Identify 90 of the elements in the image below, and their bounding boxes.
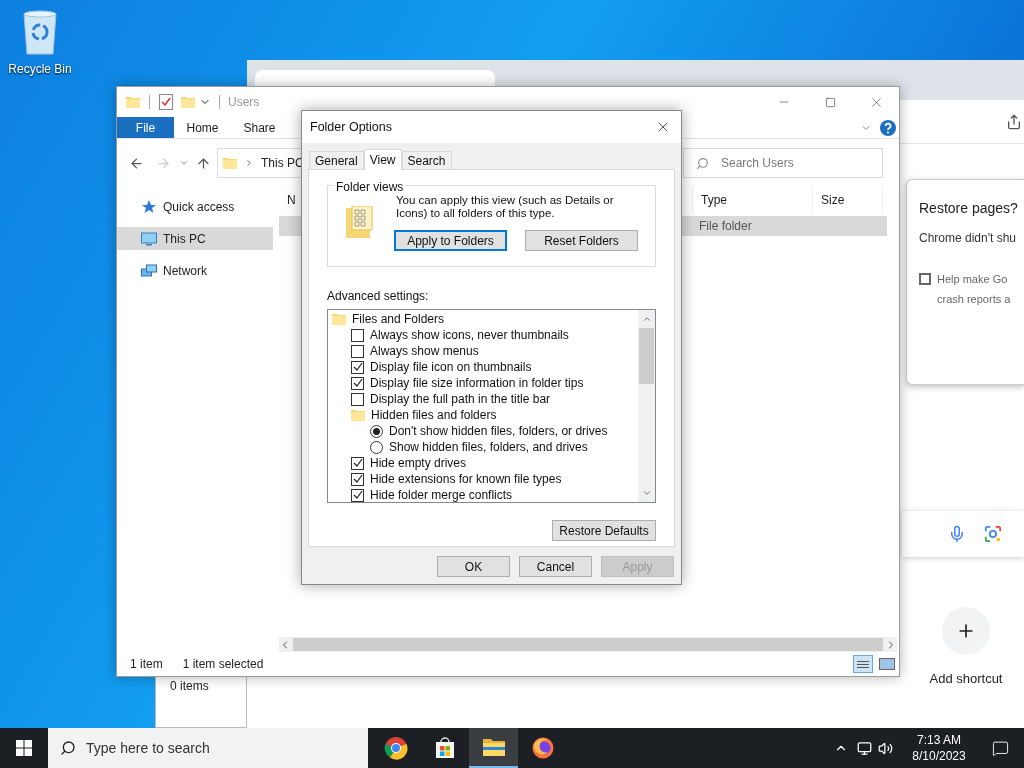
setting-label: Hide empty drives — [370, 455, 467, 472]
shortcut-label[interactable]: Add shortcut — [929, 669, 1003, 689]
nav-item[interactable]: This PC — [117, 227, 273, 250]
monitor-icon — [141, 230, 157, 247]
properties-icon[interactable] — [159, 94, 173, 110]
advanced-settings-label: Advanced settings: — [327, 288, 430, 305]
notifications-icon[interactable] — [991, 739, 1009, 757]
recycle-bin-icon[interactable] — [20, 8, 60, 56]
setting-label: Hide extensions for known file types — [370, 471, 562, 488]
status-text: 1 item — [130, 656, 163, 673]
checkbox[interactable] — [919, 273, 931, 285]
vertical-scrollbar[interactable] — [638, 310, 655, 502]
nav-item[interactable]: Quick access — [117, 195, 273, 218]
folder-grid-icon — [346, 206, 374, 238]
clock[interactable]: 7:13 AM 8/10/2023 — [902, 732, 976, 764]
folder-icon — [332, 313, 346, 325]
nav-item[interactable]: Network — [117, 259, 273, 282]
camera-lens-icon[interactable] — [984, 525, 1002, 543]
search-field[interactable]: Search Users — [683, 148, 883, 178]
status-text: 1 item selected — [182, 656, 264, 673]
setting-label: Display file icon on thumbnails — [370, 359, 532, 376]
folder-icon — [126, 94, 140, 110]
setting-label: Always show menus — [370, 343, 479, 360]
folder-icon — [223, 155, 237, 171]
checkbox[interactable] — [351, 328, 364, 342]
setting-label: Always show icons, never thumbnails — [370, 327, 569, 344]
search-placeholder: Type here to search — [86, 738, 210, 758]
column-header[interactable]: Type — [693, 187, 813, 213]
details-view-icon[interactable] — [853, 655, 873, 673]
volume-icon[interactable] — [878, 740, 893, 756]
setting-label: Hidden files and folders — [371, 407, 497, 424]
checkbox[interactable] — [351, 344, 364, 358]
dialog-button[interactable]: Cancel — [519, 556, 592, 577]
folder-action-button[interactable]: Apply to Folders — [394, 230, 507, 251]
search-icon — [696, 156, 709, 170]
taskbar-search-field[interactable]: Type here to search — [48, 728, 368, 768]
dialog-title: Folder Options — [310, 118, 392, 136]
radio-button[interactable] — [370, 424, 383, 438]
checkbox[interactable] — [351, 392, 364, 406]
up-icon[interactable] — [196, 155, 211, 171]
help-icon[interactable] — [880, 119, 896, 136]
checkbox[interactable] — [351, 472, 364, 486]
folder-icon — [351, 409, 365, 421]
setting-label: Display file size information in folder tips — [370, 375, 584, 392]
checkbox[interactable] — [351, 456, 364, 470]
scroll-down-icon[interactable] — [641, 488, 652, 498]
scroll-up-icon[interactable] — [641, 314, 652, 324]
ribbon-tab[interactable]: Share — [231, 117, 288, 138]
ribbon-tab[interactable]: Home — [174, 117, 231, 138]
column-header[interactable]: Size — [813, 187, 883, 213]
setting-label: Files and Folders — [352, 311, 445, 328]
status-text: 0 items — [170, 678, 209, 695]
setting-label: Don't show hidden files, folders, or drives — [389, 423, 608, 440]
popup-message: Chrome didn't shu — [919, 230, 1017, 247]
restore-defaults-button[interactable]: Restore Defaults — [552, 520, 656, 541]
search-placeholder: Search Users — [721, 155, 794, 172]
popup-title: Restore pages? — [919, 199, 1019, 218]
star-icon — [141, 198, 157, 215]
microphone-icon[interactable] — [948, 525, 966, 543]
window-title: Users — [228, 94, 260, 111]
windows-logo-icon — [16, 740, 32, 756]
checkbox-label: Help make Go crash reports a — [937, 272, 1011, 307]
search-bar[interactable] — [902, 511, 1024, 557]
ribbon-tab[interactable]: File — [117, 117, 174, 138]
dialog-tab[interactable]: General — [309, 151, 364, 169]
fox-globe-icon — [530, 736, 555, 760]
checkbox[interactable] — [351, 488, 364, 502]
folder-action-button[interactable]: Reset Folders — [525, 230, 638, 251]
browser-icon — [383, 736, 408, 760]
radio-button[interactable] — [370, 440, 383, 454]
network-icon[interactable] — [857, 740, 872, 756]
taskbar-app-button[interactable] — [469, 728, 518, 768]
checkbox[interactable] — [351, 360, 364, 374]
new-folder-icon — [181, 94, 195, 110]
dialog-button[interactable]: OK — [437, 556, 510, 577]
back-icon[interactable] — [129, 155, 144, 171]
dialog-tab[interactable]: Search — [401, 151, 452, 169]
setting-label: Show hidden files, folders, and drives — [389, 439, 588, 456]
network-icon — [141, 262, 157, 279]
desktop-icon-label[interactable]: Recycle Bin — [8, 60, 72, 78]
checkbox[interactable] — [351, 376, 364, 390]
large-icons-view-icon[interactable] — [879, 658, 895, 670]
share-icon[interactable] — [1006, 113, 1022, 130]
folder-views-description: You can apply this view (such as Details or Icons) to all folders of this type. — [396, 194, 615, 220]
dialog-tab[interactable]: View — [363, 149, 402, 170]
setting-label: Display the full path in the title bar — [370, 391, 551, 408]
setting-label: Hide folder merge conflicts — [370, 487, 513, 502]
breadcrumb-separator-icon — [244, 158, 254, 168]
maximize-icon[interactable] — [824, 96, 836, 108]
search-icon — [60, 740, 76, 756]
